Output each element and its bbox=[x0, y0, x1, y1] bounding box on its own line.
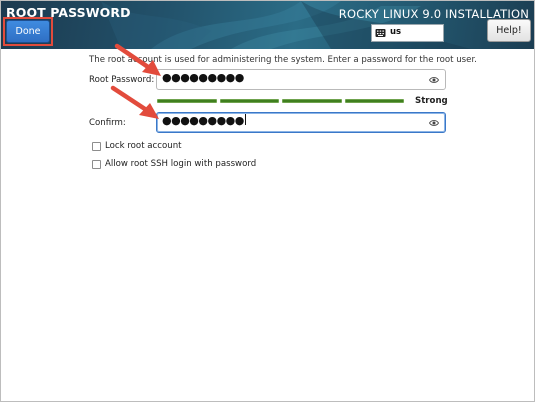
window-frame: ROOT PASSWORD ROCKY LINUX 9.0 INSTALLATI… bbox=[0, 0, 535, 402]
strength-segment bbox=[282, 99, 342, 103]
lock-root-account-checkbox[interactable]: Lock root account bbox=[92, 140, 182, 152]
text-caret bbox=[244, 114, 246, 125]
form-description: The root account is used for administeri… bbox=[89, 55, 477, 65]
strength-segment bbox=[219, 99, 279, 103]
password-strength-meter bbox=[157, 99, 404, 104]
confirm-password-dots: ●●●●●●●●● bbox=[162, 114, 244, 127]
strength-segment bbox=[344, 99, 404, 103]
keyboard-layout-label: us bbox=[390, 27, 402, 37]
header-bar: ROOT PASSWORD ROCKY LINUX 9.0 INSTALLATI… bbox=[1, 1, 534, 49]
root-password-label: Root Password: bbox=[89, 75, 155, 85]
checkbox-box[interactable] bbox=[92, 141, 101, 151]
confirm-label: Confirm: bbox=[89, 118, 126, 128]
password-strength-label: Strong bbox=[415, 96, 448, 106]
done-button-highlight bbox=[3, 17, 53, 46]
root-password-value: ●●●●●●●●● bbox=[162, 71, 244, 84]
allow-root-ssh-label: Allow root SSH login with password bbox=[105, 159, 257, 169]
lock-root-account-label: Lock root account bbox=[105, 141, 182, 151]
eye-icon[interactable] bbox=[429, 76, 439, 84]
help-button[interactable]: Help! bbox=[487, 19, 531, 42]
arrow-annotation bbox=[110, 85, 159, 119]
confirm-password-value: ●●●●●●●●● bbox=[162, 114, 246, 127]
keyboard-layout-indicator[interactable]: us bbox=[371, 24, 444, 42]
keyboard-icon bbox=[375, 29, 386, 37]
checkbox-box[interactable] bbox=[92, 159, 101, 169]
confirm-password-field[interactable]: ●●●●●●●●● bbox=[156, 112, 446, 133]
allow-root-ssh-checkbox[interactable]: Allow root SSH login with password bbox=[92, 158, 256, 170]
root-password-field[interactable]: ●●●●●●●●● bbox=[156, 69, 446, 90]
strength-segment bbox=[157, 99, 217, 103]
eye-icon[interactable] bbox=[429, 119, 439, 127]
